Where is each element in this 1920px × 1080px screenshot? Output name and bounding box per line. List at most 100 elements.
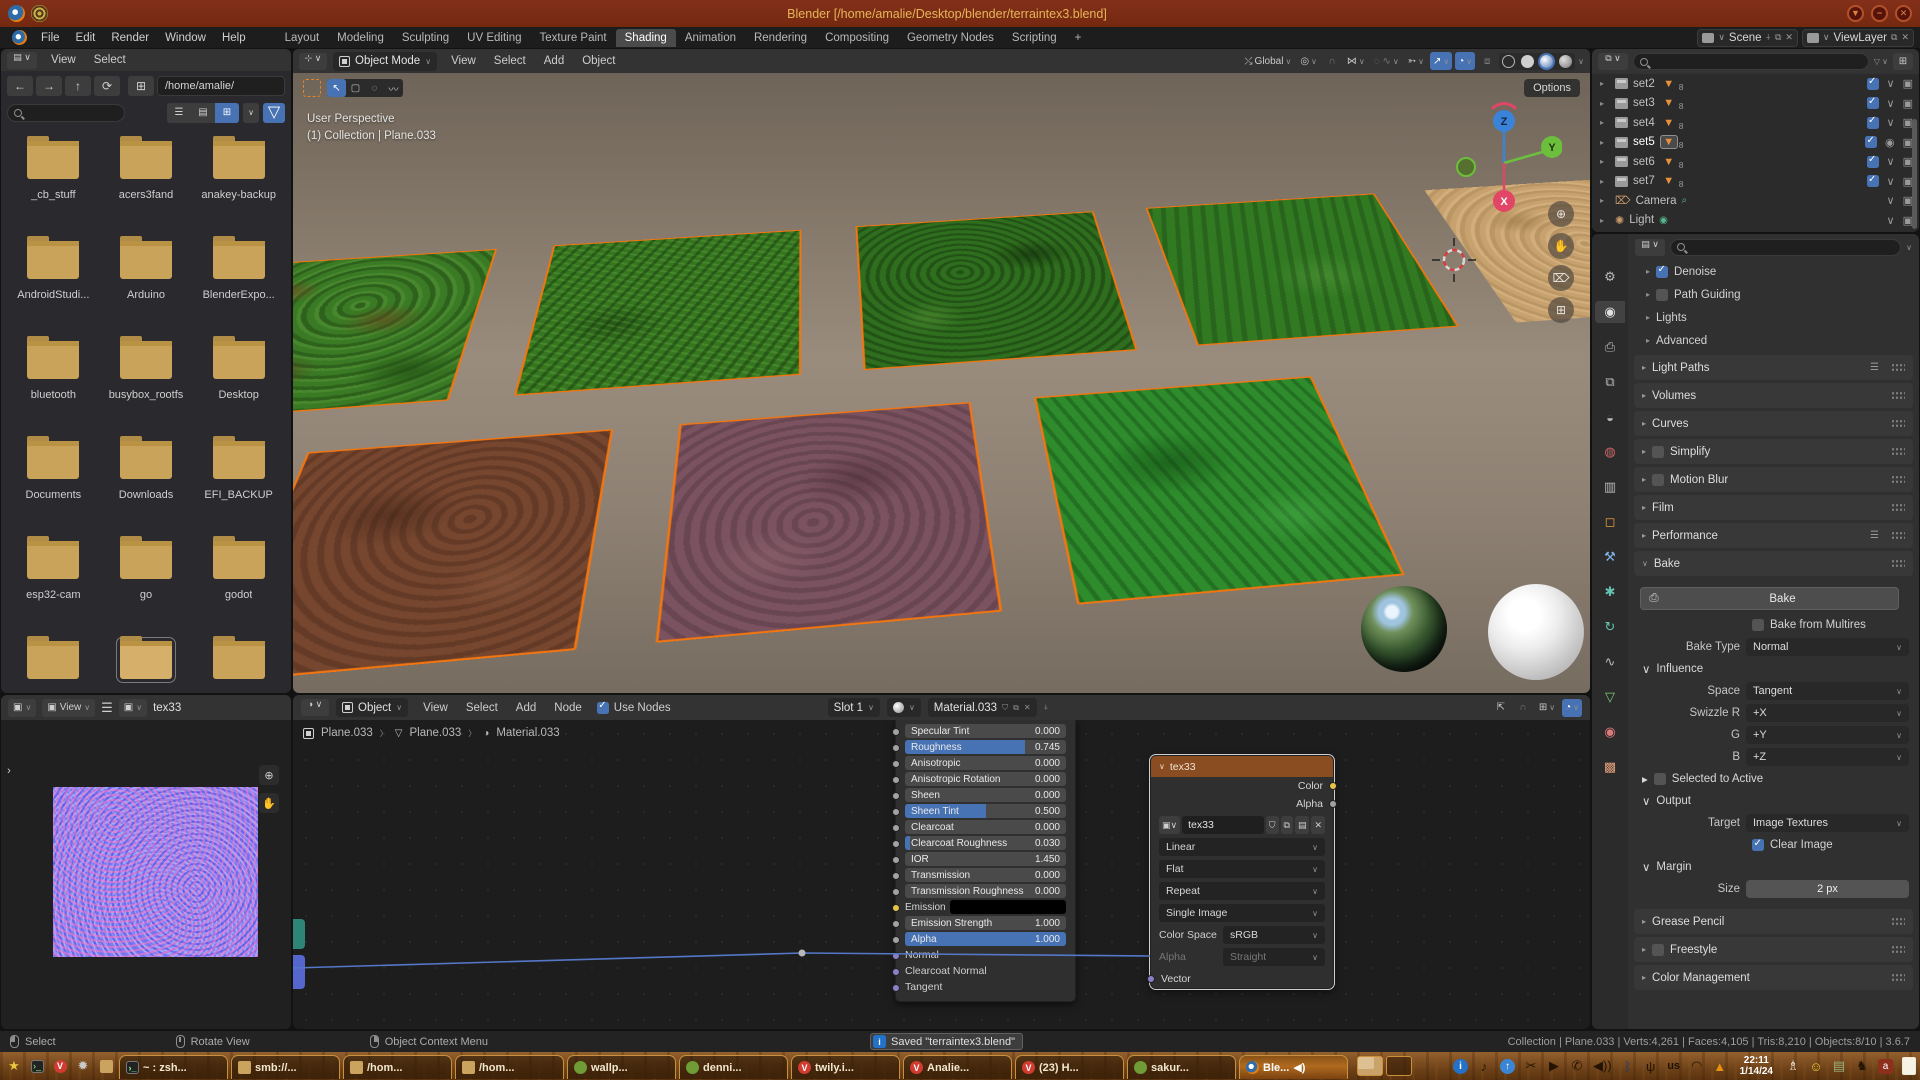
drag-dots-icon[interactable] [1891,447,1905,456]
properties-tab-object[interactable]: ◻ [1595,511,1625,533]
fb-menu-view[interactable]: View [43,52,84,68]
menu-edit[interactable]: Edit [68,30,104,46]
task-analie[interactable]: VAnalie... [903,1055,1012,1079]
blender-menu-icon[interactable] [12,30,27,45]
pin-icon[interactable]: ⍭ [1044,703,1049,713]
panel-freestyle[interactable]: ▸Freestyle [1634,937,1913,962]
shading-wireframe-button[interactable] [1502,55,1515,68]
panel-curves[interactable]: ▸Curves [1634,411,1913,436]
outliner-item-set3[interactable]: ▸set3▼8∨▣ [1592,94,1919,114]
menu-file[interactable]: File [33,30,68,46]
margin-size-slider[interactable]: 2 px [1746,880,1909,898]
copy-icon[interactable]: ⧉ [1775,32,1781,43]
expand-arrow-icon[interactable]: ▸ [1642,391,1646,400]
properties-tab-world[interactable]: ◍ [1595,441,1625,463]
swizzle-g-dropdown[interactable]: +Y∨ [1746,726,1909,744]
swizzle-b-dropdown[interactable]: +Z∨ [1746,748,1909,766]
navigation-gizmo[interactable]: Z Y X [1442,101,1562,221]
shader-type-dropdown[interactable]: Object ∨ [336,698,408,717]
terrain-plane-green-bright[interactable] [1034,376,1405,605]
value-slider[interactable]: Roughness0.745 [905,740,1066,754]
panel-color-management[interactable]: ▸Color Management [1634,965,1913,990]
hide-eye-icon[interactable]: ∨ [1887,97,1895,110]
folder-acers3fand[interactable]: acers3fand [100,141,193,227]
expand-arrow-icon[interactable]: ▸ [1642,973,1646,982]
select-lasso-button[interactable]: 〰 [384,79,403,97]
tray-wifi-icon[interactable]: ◠ [1690,1058,1704,1074]
properties-tab-render[interactable]: ◉ [1595,301,1625,323]
folder-anakey-backup[interactable]: anakey-backup [192,141,285,227]
viewlayer-selector[interactable]: ∨ ViewLayer ⧉ ✕ [1802,29,1914,47]
pager-workspace-2[interactable] [1386,1056,1412,1076]
clear-image-checkbox[interactable] [1752,839,1764,851]
folder-go[interactable]: go [100,541,193,627]
expand-arrow-icon[interactable]: ▸ [1600,177,1610,186]
zoom-region-icon[interactable]: ⇱ [1492,699,1510,717]
folder-arduino[interactable]: Arduino [100,241,193,327]
pager-workspace-1[interactable] [1357,1056,1383,1076]
tray-phone-icon[interactable]: ✆ [1570,1058,1584,1074]
task-23-h[interactable]: V(23) H... [1015,1055,1124,1079]
zoom-button[interactable]: ⊕ [259,765,279,785]
vp-menu-select[interactable]: Select [486,53,534,69]
sidebar-arrow[interactable]: › [3,761,15,781]
value-slider[interactable]: Transmission Roughness0.000 [905,884,1066,898]
prop-row-advanced[interactable]: ▸Advanced [1628,329,1919,352]
breadcrumb-object[interactable]: Plane.033 [321,727,373,739]
expand-arrow-icon[interactable]: ▸ [1642,503,1646,512]
filter-toggle-button[interactable]: ▽ [263,103,285,123]
drag-dots-icon[interactable] [1891,363,1905,372]
shading-solid-button[interactable] [1521,55,1534,68]
properties-pin-icon[interactable]: ∨ [1906,243,1912,252]
hide-eye-icon[interactable]: ∨ [1887,214,1895,227]
task-denni[interactable]: denni... [679,1055,788,1079]
shading-rendered-button[interactable] [1559,55,1572,68]
tray-info-icon[interactable]: i [1453,1059,1468,1074]
selectable-checkbox[interactable] [1865,136,1877,148]
outliner-item-light[interactable]: ▸✺Light◉∨▣ [1592,211,1919,231]
expand-arrow-icon[interactable]: ▸ [1600,99,1610,108]
drag-dots-icon[interactable] [1891,559,1905,568]
value-slider[interactable]: Anisotropic0.000 [905,756,1066,770]
workspace-tab-modeling[interactable]: Modeling [328,29,393,47]
mode-dropdown[interactable]: Object Mode ∨ [333,52,437,71]
preset-menu-icon[interactable]: ☰ [1870,362,1879,373]
expand-arrow-icon[interactable]: ▸ [1642,447,1646,456]
select-circle-button[interactable]: ◌ [365,79,384,97]
workspace-tab-layout[interactable]: Layout [276,29,329,47]
expand-arrow-icon[interactable]: ▸ [1646,267,1650,276]
prop-row-path-guiding[interactable]: ▸Path Guiding [1628,283,1919,306]
output-subpanel-label[interactable]: Output [1656,795,1691,807]
value-slider[interactable]: Anisotropic Rotation0.000 [905,772,1066,786]
image-name[interactable]: tex33 [153,702,181,714]
image-editor[interactable]: ▣ ∨ ▣ View ∨ ☰ ▣ ∨ tex33 ⊕ ✋ › [1,695,291,1029]
material-name-field[interactable]: Material.033 ⛉ ⧉ ✕ [928,698,1037,717]
expand-arrow-icon[interactable]: ▸ [1600,79,1610,88]
workspace-tab-rendering[interactable]: Rendering [745,29,816,47]
folder-bluetooth[interactable]: bluetooth [7,341,100,427]
expand-arrow-icon[interactable]: ▸ [1600,118,1610,127]
folder-downloads[interactable]: Downloads [100,441,193,527]
bake-button[interactable]: ⎙ Bake [1640,587,1899,610]
task-hom[interactable]: /hom... [343,1055,452,1079]
value-slider[interactable]: Clearcoat0.000 [905,820,1066,834]
panel-simplify[interactable]: ▸Simplify [1634,439,1913,464]
workspace-tab-texture-paint[interactable]: Texture Paint [531,29,616,47]
use-nodes-checkbox[interactable] [597,702,609,714]
tray-play-icon[interactable]: ▶ [1547,1058,1561,1074]
expand-arrow-icon[interactable]: ▸ [1646,336,1650,345]
vp-menu-object[interactable]: Object [574,53,623,69]
folder-efi-backup[interactable]: EFI_BACKUP [192,441,285,527]
keyboard-layout-indicator[interactable]: us [1667,1060,1681,1072]
terrain-plane-mauve[interactable] [655,402,1002,643]
drag-dots-icon[interactable] [1891,973,1905,982]
editor-type-button[interactable]: ▤ ∨ [1635,239,1665,256]
workspace-tab-geometry-nodes[interactable]: Geometry Nodes [898,29,1003,47]
tray-clipboard-icon[interactable]: ✂ [1524,1058,1538,1074]
window-shade-button[interactable]: ▼ [1847,5,1864,22]
target-dropdown[interactable]: Image Textures∨ [1746,814,1909,832]
launcher-files-icon[interactable] [96,1056,116,1076]
bake-from-multires-checkbox[interactable] [1752,619,1764,631]
space-dropdown[interactable]: Tangent∨ [1746,682,1909,700]
outliner-item-set7[interactable]: ▸set7▼8∨▣ [1592,172,1919,192]
